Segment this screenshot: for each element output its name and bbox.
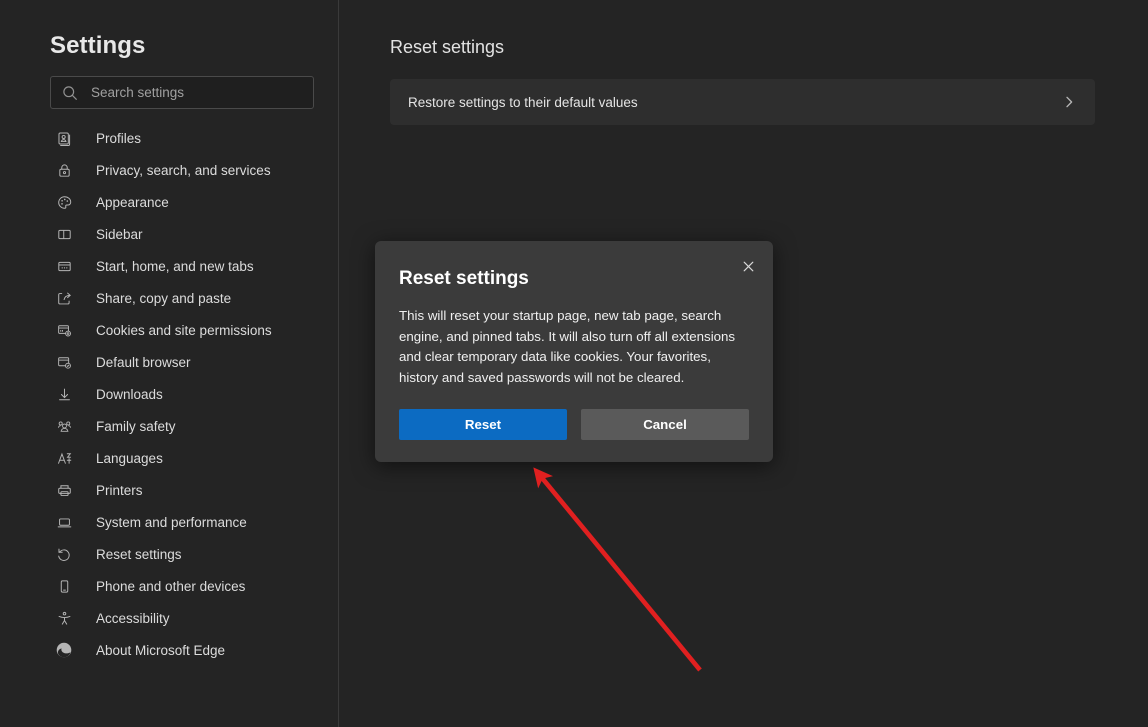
sidebar-nav: Profiles Privacy, search, and services A… <box>50 122 330 666</box>
printer-icon <box>54 480 74 500</box>
dialog-actions: Reset Cancel <box>399 409 749 440</box>
search-placeholder-text: Search settings <box>91 85 185 100</box>
dialog-title: Reset settings <box>399 268 529 289</box>
page-title-settings: Settings <box>50 32 146 59</box>
site-permissions-icon <box>54 320 74 340</box>
sidebar-item-default-browser[interactable]: Default browser <box>50 346 330 378</box>
sidebar-panel-icon <box>54 224 74 244</box>
sidebar-item-label: Sidebar <box>96 226 143 242</box>
lock-icon <box>54 160 74 180</box>
sidebar-item-accessibility[interactable]: Accessibility <box>50 602 330 634</box>
chevron-right-icon <box>1061 94 1077 110</box>
sidebar-item-cookies-and-site-permissions[interactable]: Cookies and site permissions <box>50 314 330 346</box>
sidebar-item-label: Accessibility <box>96 610 170 626</box>
sidebar-item-profiles[interactable]: Profiles <box>50 122 330 154</box>
sidebar-item-label: Printers <box>96 482 143 498</box>
palette-icon <box>54 192 74 212</box>
reset-circular-arrow-icon <box>54 544 74 564</box>
sidebar-item-printers[interactable]: Printers <box>50 474 330 506</box>
browser-window-icon <box>54 256 74 276</box>
sidebar-item-label: Start, home, and new tabs <box>96 258 254 274</box>
sidebar-item-reset-settings[interactable]: Reset settings <box>50 538 330 570</box>
close-button[interactable] <box>733 251 763 281</box>
sidebar-item-label: Reset settings <box>96 546 182 562</box>
cancel-button[interactable]: Cancel <box>581 409 749 440</box>
language-letter-icon <box>54 448 74 468</box>
sidebar-item-downloads[interactable]: Downloads <box>50 378 330 410</box>
sidebar-item-label: Privacy, search, and services <box>96 162 271 178</box>
phone-icon <box>54 576 74 596</box>
search-input[interactable]: Search settings <box>50 76 314 109</box>
close-x-icon <box>741 259 756 274</box>
sidebar-item-about-microsoft-edge[interactable]: About Microsoft Edge <box>50 634 330 666</box>
sidebar-item-family-safety[interactable]: Family safety <box>50 410 330 442</box>
dialog-body-text: This will reset your startup page, new t… <box>399 308 736 385</box>
sidebar-item-start-home-and-new-tabs[interactable]: Start, home, and new tabs <box>50 250 330 282</box>
share-icon <box>54 288 74 308</box>
download-arrow-icon <box>54 384 74 404</box>
settings-page: Settings Search settings Profiles Privac… <box>0 0 1148 727</box>
restore-defaults-label: Restore settings to their default values <box>408 94 638 110</box>
sidebar-item-languages[interactable]: Languages <box>50 442 330 474</box>
sidebar-item-label: Downloads <box>96 386 163 402</box>
default-browser-check-icon <box>54 352 74 372</box>
profile-card-icon <box>54 128 74 148</box>
sidebar-item-label: System and performance <box>96 514 247 530</box>
sidebar: Settings Search settings Profiles Privac… <box>0 0 339 727</box>
sidebar-item-label: Share, copy and paste <box>96 290 232 306</box>
edge-logo-icon <box>54 640 74 660</box>
sidebar-item-label: Cookies and site permissions <box>96 322 272 338</box>
sidebar-item-appearance[interactable]: Appearance <box>50 186 330 218</box>
laptop-icon <box>54 512 74 532</box>
page-title: Reset settings <box>390 37 505 57</box>
sidebar-item-share-copy-and-paste[interactable]: Share, copy and paste <box>50 282 330 314</box>
sidebar-item-label: Family safety <box>96 418 176 434</box>
reset-settings-dialog: Reset settings This will reset your star… <box>375 241 773 462</box>
reset-button[interactable]: Reset <box>399 409 567 440</box>
search-icon <box>61 84 79 102</box>
sidebar-item-label: Profiles <box>96 130 142 146</box>
family-people-icon <box>54 416 74 436</box>
sidebar-item-sidebar[interactable]: Sidebar <box>50 218 330 250</box>
sidebar-item-label: Default browser <box>96 354 191 370</box>
sidebar-item-phone-and-other-devices[interactable]: Phone and other devices <box>50 570 330 602</box>
sidebar-item-label: Appearance <box>96 194 169 210</box>
sidebar-item-privacy-search-and-services[interactable]: Privacy, search, and services <box>50 154 330 186</box>
sidebar-item-label: Languages <box>96 450 163 466</box>
sidebar-item-system-and-performance[interactable]: System and performance <box>50 506 330 538</box>
restore-defaults-row[interactable]: Restore settings to their default values <box>390 79 1095 125</box>
accessibility-person-icon <box>54 608 74 628</box>
sidebar-item-label: About Microsoft Edge <box>96 642 226 658</box>
sidebar-item-label: Phone and other devices <box>96 578 246 594</box>
